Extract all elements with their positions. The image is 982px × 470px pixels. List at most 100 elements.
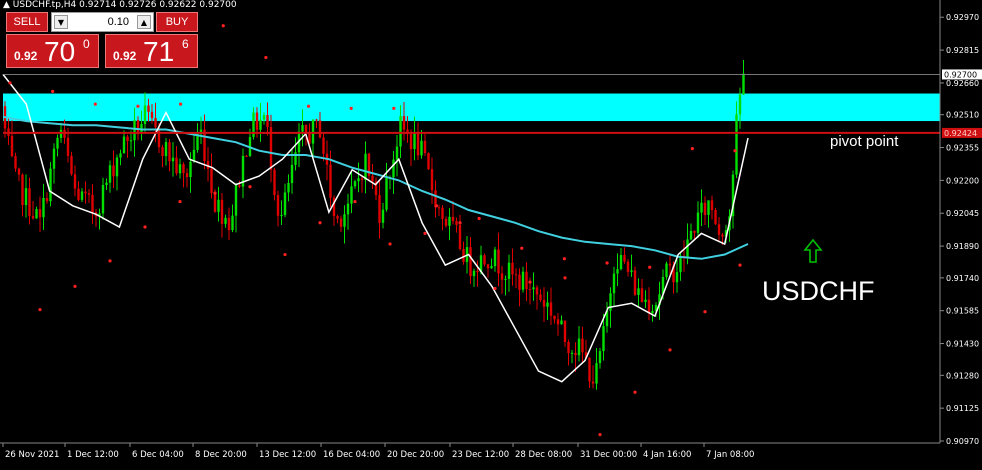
bear-candle [84, 191, 87, 194]
bear-candle [206, 161, 210, 169]
bull-candle [122, 136, 126, 154]
bear-candle [182, 164, 185, 174]
bear-candle [455, 220, 458, 225]
bull-candle [196, 134, 199, 150]
buy-button[interactable]: BUY [156, 12, 198, 32]
bear-candle [227, 217, 231, 230]
x-tick-label: 6 Dec 04:00 [132, 450, 184, 460]
bull-candle [56, 137, 59, 149]
bull-candle [283, 192, 287, 215]
psar-dot-low [563, 276, 567, 280]
psar-dot-high [93, 102, 97, 106]
bull-candle [385, 177, 388, 210]
y-tick-label: 0.92355 [946, 144, 979, 153]
bear-candle [640, 288, 644, 302]
x-tick-label: 28 Dec 08:00 [515, 450, 572, 460]
bear-candle [28, 188, 31, 217]
bull-candle [395, 146, 399, 160]
bear-candle [437, 207, 441, 209]
bear-candle [315, 119, 318, 121]
bid-price-prefix: 0.92 [14, 49, 38, 63]
bull-candle [364, 153, 367, 180]
psar-dot-high [434, 204, 439, 208]
bull-candle [171, 157, 175, 162]
psar-dot-high [733, 149, 737, 153]
chart-area[interactable]: 0.92970 0.92815 0.92660 0.92510 0.92355 0.922… [0, 0, 982, 466]
bear-candle [563, 320, 567, 342]
x-tick-label: 7 Jan 08:00 [706, 450, 754, 460]
psar-dot-low [423, 231, 427, 235]
bear-candle [451, 216, 455, 221]
bull-candle [178, 164, 182, 174]
bull-candle [696, 212, 700, 233]
bull-candle [493, 249, 497, 267]
bear-candle [112, 165, 115, 177]
ask-price-fraction: 6 [182, 37, 189, 51]
bull-candle [686, 239, 689, 259]
pivot-point-label: pivot point [830, 133, 899, 150]
bear-candle [45, 198, 49, 202]
bear-candle [441, 207, 444, 219]
bear-candle [581, 338, 584, 353]
sell-button[interactable]: SELL [6, 12, 48, 32]
bull-candle [259, 119, 262, 130]
psar-dot-high [306, 104, 311, 108]
bear-candle [588, 357, 591, 382]
bull-candle [675, 272, 679, 283]
bull-candle [507, 262, 511, 279]
price-chart[interactable]: 0.929700.928150.926600.925100.923550.922… [0, 0, 982, 466]
psar-dot-low [388, 242, 392, 246]
bear-candle [427, 153, 430, 170]
bull-candle [42, 198, 45, 218]
x-tick-label: 4 Jan 16:00 [643, 450, 691, 460]
bear-candle [567, 341, 570, 353]
y-tick-label: 0.92970 [946, 13, 979, 22]
bear-candle [574, 352, 577, 356]
bull-candle [630, 270, 633, 272]
bull-candle [143, 105, 147, 124]
bear-candle [626, 261, 630, 272]
current-price-label: 0.92700 [944, 70, 977, 79]
bull-candle [609, 293, 612, 311]
bear-candle [423, 140, 427, 154]
bull-candle [287, 183, 290, 193]
bull-candle [52, 148, 56, 169]
bear-candle [175, 157, 178, 174]
bull-candle [80, 191, 84, 200]
ask-price-pips: 71 [143, 36, 175, 67]
ask-price-button[interactable]: 0.92 71 6 [105, 34, 198, 68]
bear-candle [66, 137, 70, 156]
psar-dot-high [477, 216, 481, 221]
bull-candle [679, 255, 682, 273]
lot-decrease-icon[interactable]: ▼ [54, 15, 68, 29]
bull-candle [105, 182, 108, 186]
bear-candle [70, 155, 73, 175]
psar-dot-low [213, 191, 217, 195]
bull-candle [164, 142, 168, 157]
lot-size-field[interactable]: ▼ 0.10 ▲ [51, 12, 154, 32]
bull-candle [612, 273, 616, 294]
bull-candle [101, 185, 105, 214]
bear-candle [462, 248, 465, 262]
up-arrow-icon [803, 238, 823, 263]
bull-candle [189, 161, 192, 178]
bull-candle [129, 140, 133, 142]
bear-candle [511, 262, 514, 275]
bull-candle [651, 311, 654, 314]
lot-increase-icon[interactable]: ▲ [137, 15, 151, 29]
psar-dot-low [248, 185, 252, 189]
bear-candle [378, 195, 381, 223]
bull-candle [350, 186, 353, 204]
bid-price-button[interactable]: 0.92 70 0 [6, 34, 99, 68]
bull-candle [560, 320, 563, 325]
y-tick-label: 0.91585 [946, 307, 979, 316]
lot-size-value[interactable]: 0.10 [108, 16, 129, 28]
bear-candle [539, 294, 542, 300]
bull-candle [602, 326, 605, 352]
bull-candle [504, 278, 507, 280]
y-tick-label: 0.92660 [946, 79, 979, 88]
bear-candle [542, 299, 546, 307]
y-tick-label: 0.92200 [946, 176, 979, 185]
bear-candle [126, 136, 129, 142]
bear-candle [154, 118, 157, 128]
